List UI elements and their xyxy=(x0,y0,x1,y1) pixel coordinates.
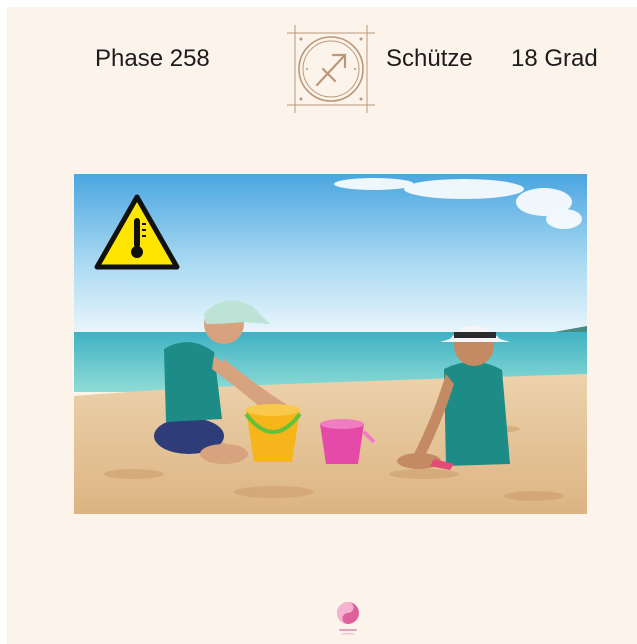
phase-label: Phase 258 xyxy=(95,45,210,72)
brand-logo-icon xyxy=(332,599,364,639)
sagittarius-icon xyxy=(287,25,375,113)
yellow-bucket xyxy=(244,404,302,462)
heat-warning-icon xyxy=(94,194,180,270)
forecast-card: Phase 258 Schütze 18 Grad xyxy=(7,7,637,644)
temperature-label: 18 Grad xyxy=(511,45,598,72)
beach-photo xyxy=(74,174,587,514)
zodiac-sign-label: Schütze xyxy=(386,45,473,72)
header-row: Phase 258 Schütze 18 Grad xyxy=(7,7,637,117)
